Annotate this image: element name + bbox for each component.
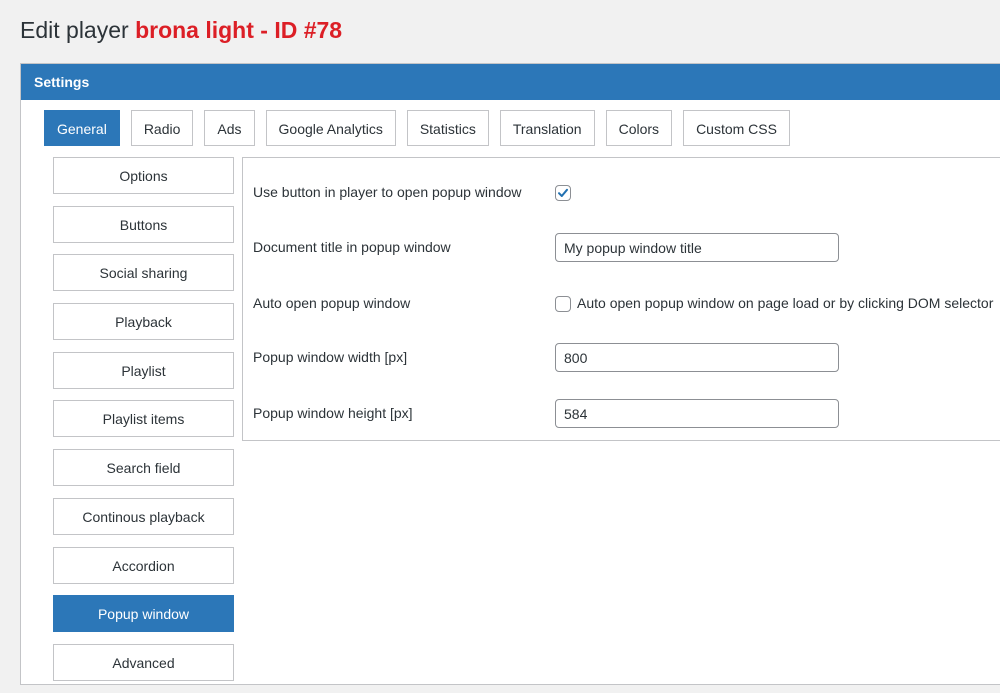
width-input[interactable] (555, 343, 839, 372)
popup-window-settings: Use button in player to open popup windo… (242, 157, 1000, 441)
tab-general[interactable]: General (44, 110, 120, 146)
use-button-label: Use button in player to open popup windo… (253, 184, 522, 200)
page-title-prefix: Edit player (20, 17, 136, 43)
general-subnav: Options Buttons Social sharing Playback … (53, 157, 234, 693)
subnav-accordion[interactable]: Accordion (53, 546, 234, 584)
tab-statistics[interactable]: Statistics (406, 110, 489, 146)
tab-ads[interactable]: Ads (204, 110, 255, 146)
subnav-playlist-items[interactable]: Playlist items (53, 400, 234, 438)
auto-open-checkbox[interactable] (555, 296, 571, 312)
doc-title-label: Document title in popup window (253, 239, 451, 255)
auto-open-checkbox-label: Auto open popup window on page load or b… (577, 295, 994, 311)
subnav-options[interactable]: Options (53, 157, 234, 194)
tab-radio[interactable]: Radio (130, 110, 194, 146)
player-name: brona light - ID #78 (135, 17, 343, 43)
settings-tabs: General Radio Ads Google Analytics Stati… (44, 110, 790, 146)
subnav-advanced[interactable]: Advanced (53, 643, 234, 681)
tab-translation[interactable]: Translation (499, 110, 595, 146)
use-button-checkbox[interactable] (555, 185, 571, 201)
tab-google-analytics[interactable]: Google Analytics (265, 110, 396, 146)
subnav-playlist[interactable]: Playlist (53, 351, 234, 389)
settings-panel: Settings General Radio Ads Google Analyt… (20, 63, 1000, 685)
subnav-playback[interactable]: Playback (53, 303, 234, 341)
page-title: Edit player brona light - ID #78 (20, 14, 342, 46)
subnav-continous-playback[interactable]: Continous playback (53, 497, 234, 535)
subnav-buttons[interactable]: Buttons (53, 205, 234, 243)
auto-open-label: Auto open popup window (253, 295, 411, 311)
subnav-search-field[interactable]: Search field (53, 449, 234, 487)
tab-colors[interactable]: Colors (605, 110, 673, 146)
width-label: Popup window width [px] (253, 349, 408, 365)
doc-title-input[interactable] (555, 233, 839, 262)
height-input[interactable] (555, 399, 839, 428)
settings-header: Settings (21, 64, 1000, 100)
subnav-popup-window[interactable]: Popup window (53, 595, 234, 633)
height-label: Popup window height [px] (253, 405, 413, 421)
tab-custom-css[interactable]: Custom CSS (683, 110, 790, 146)
subnav-social-sharing[interactable]: Social sharing (53, 254, 234, 292)
checkmark-icon (558, 188, 568, 197)
